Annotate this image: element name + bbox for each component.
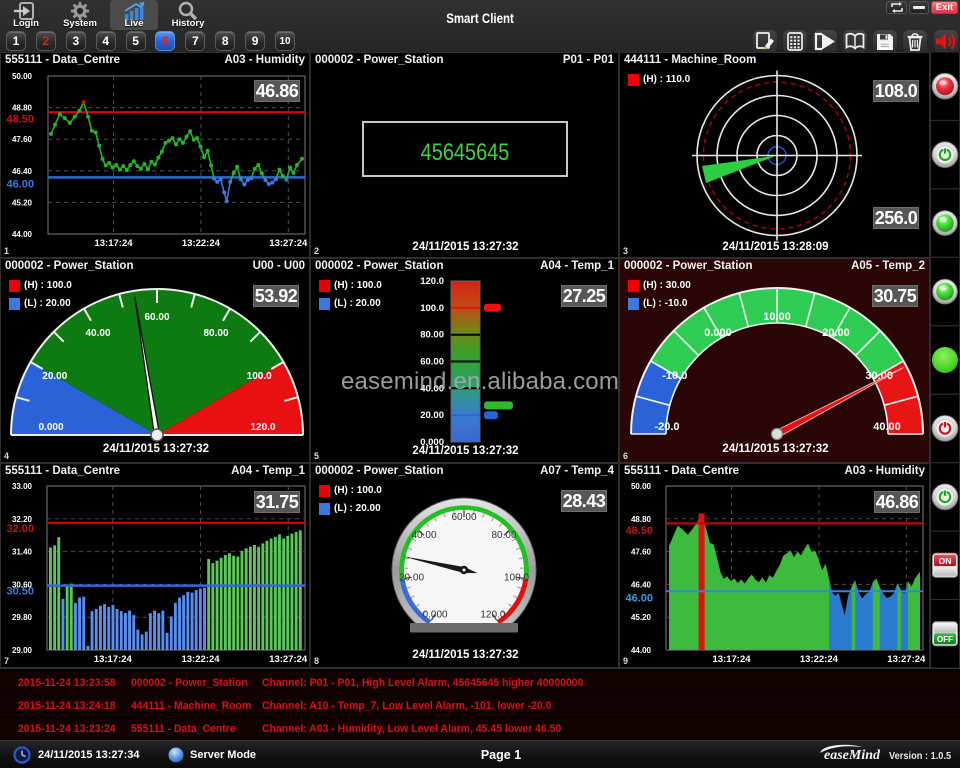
svg-text:20.00: 20.00 — [420, 410, 444, 421]
svg-text:120.0: 120.0 — [250, 422, 275, 433]
svg-text:100.0: 100.0 — [504, 572, 529, 583]
svg-text:10.00: 10.00 — [763, 311, 791, 323]
svg-text:32.00: 32.00 — [6, 523, 34, 535]
svg-text:-20.0: -20.0 — [654, 421, 679, 433]
svg-text:120.0: 120.0 — [420, 276, 444, 287]
svg-text:13:17:24: 13:17:24 — [94, 238, 133, 249]
svg-text:48.50: 48.50 — [6, 114, 34, 126]
svg-text:20.00: 20.00 — [399, 572, 424, 583]
svg-text:60.00: 60.00 — [144, 312, 169, 323]
svg-text:30.50: 30.50 — [6, 586, 34, 598]
svg-text:45.20: 45.20 — [12, 198, 33, 207]
svg-text:13:22:24: 13:22:24 — [181, 654, 220, 665]
svg-text:45.20: 45.20 — [631, 613, 652, 622]
svg-text:13:27:24: 13:27:24 — [269, 238, 308, 249]
svg-text:48.80: 48.80 — [12, 104, 33, 113]
svg-text:80.00: 80.00 — [491, 530, 516, 541]
svg-text:29.80: 29.80 — [12, 613, 33, 622]
svg-text:20.00: 20.00 — [822, 327, 850, 339]
svg-text:47.60: 47.60 — [631, 548, 652, 557]
svg-text:0.000: 0.000 — [38, 422, 63, 433]
svg-text:13:22:24: 13:22:24 — [182, 238, 221, 249]
svg-text:60.00: 60.00 — [451, 512, 476, 523]
svg-text:80.00: 80.00 — [420, 330, 444, 341]
svg-text:40.00: 40.00 — [85, 328, 110, 339]
svg-text:48.50: 48.50 — [625, 525, 653, 537]
svg-text:0.000: 0.000 — [423, 609, 448, 620]
svg-text:44.00: 44.00 — [631, 646, 652, 655]
svg-text:47.60: 47.60 — [12, 135, 33, 144]
svg-text:29.00: 29.00 — [12, 646, 33, 655]
svg-text:0.000: 0.000 — [704, 327, 732, 339]
svg-text:60.00: 60.00 — [420, 357, 444, 368]
svg-text:31.40: 31.40 — [12, 548, 33, 557]
svg-text:100.0: 100.0 — [420, 303, 444, 314]
svg-text:44.00: 44.00 — [12, 230, 33, 239]
svg-text:50.00: 50.00 — [631, 482, 652, 491]
svg-text:46.40: 46.40 — [631, 580, 652, 589]
svg-text:13:27:24: 13:27:24 — [887, 654, 926, 665]
svg-text:13:17:24: 13:17:24 — [712, 654, 751, 665]
svg-text:OFF: OFF — [937, 635, 953, 644]
svg-text:48.80: 48.80 — [631, 515, 652, 524]
svg-text:120.0: 120.0 — [480, 609, 505, 620]
svg-text:40.00: 40.00 — [873, 421, 901, 433]
svg-text:40.00: 40.00 — [411, 530, 436, 541]
svg-text:46.00: 46.00 — [625, 592, 653, 604]
svg-text:13:22:24: 13:22:24 — [800, 654, 839, 665]
svg-text:80.00: 80.00 — [203, 328, 228, 339]
svg-text:46.40: 46.40 — [12, 167, 33, 176]
svg-text:13:27:24: 13:27:24 — [269, 654, 308, 665]
svg-text:33.00: 33.00 — [12, 482, 33, 491]
svg-text:50.00: 50.00 — [12, 72, 33, 81]
svg-text:46.00: 46.00 — [6, 178, 34, 190]
svg-text:13:17:24: 13:17:24 — [94, 654, 133, 665]
svg-text:ON: ON — [939, 556, 952, 566]
